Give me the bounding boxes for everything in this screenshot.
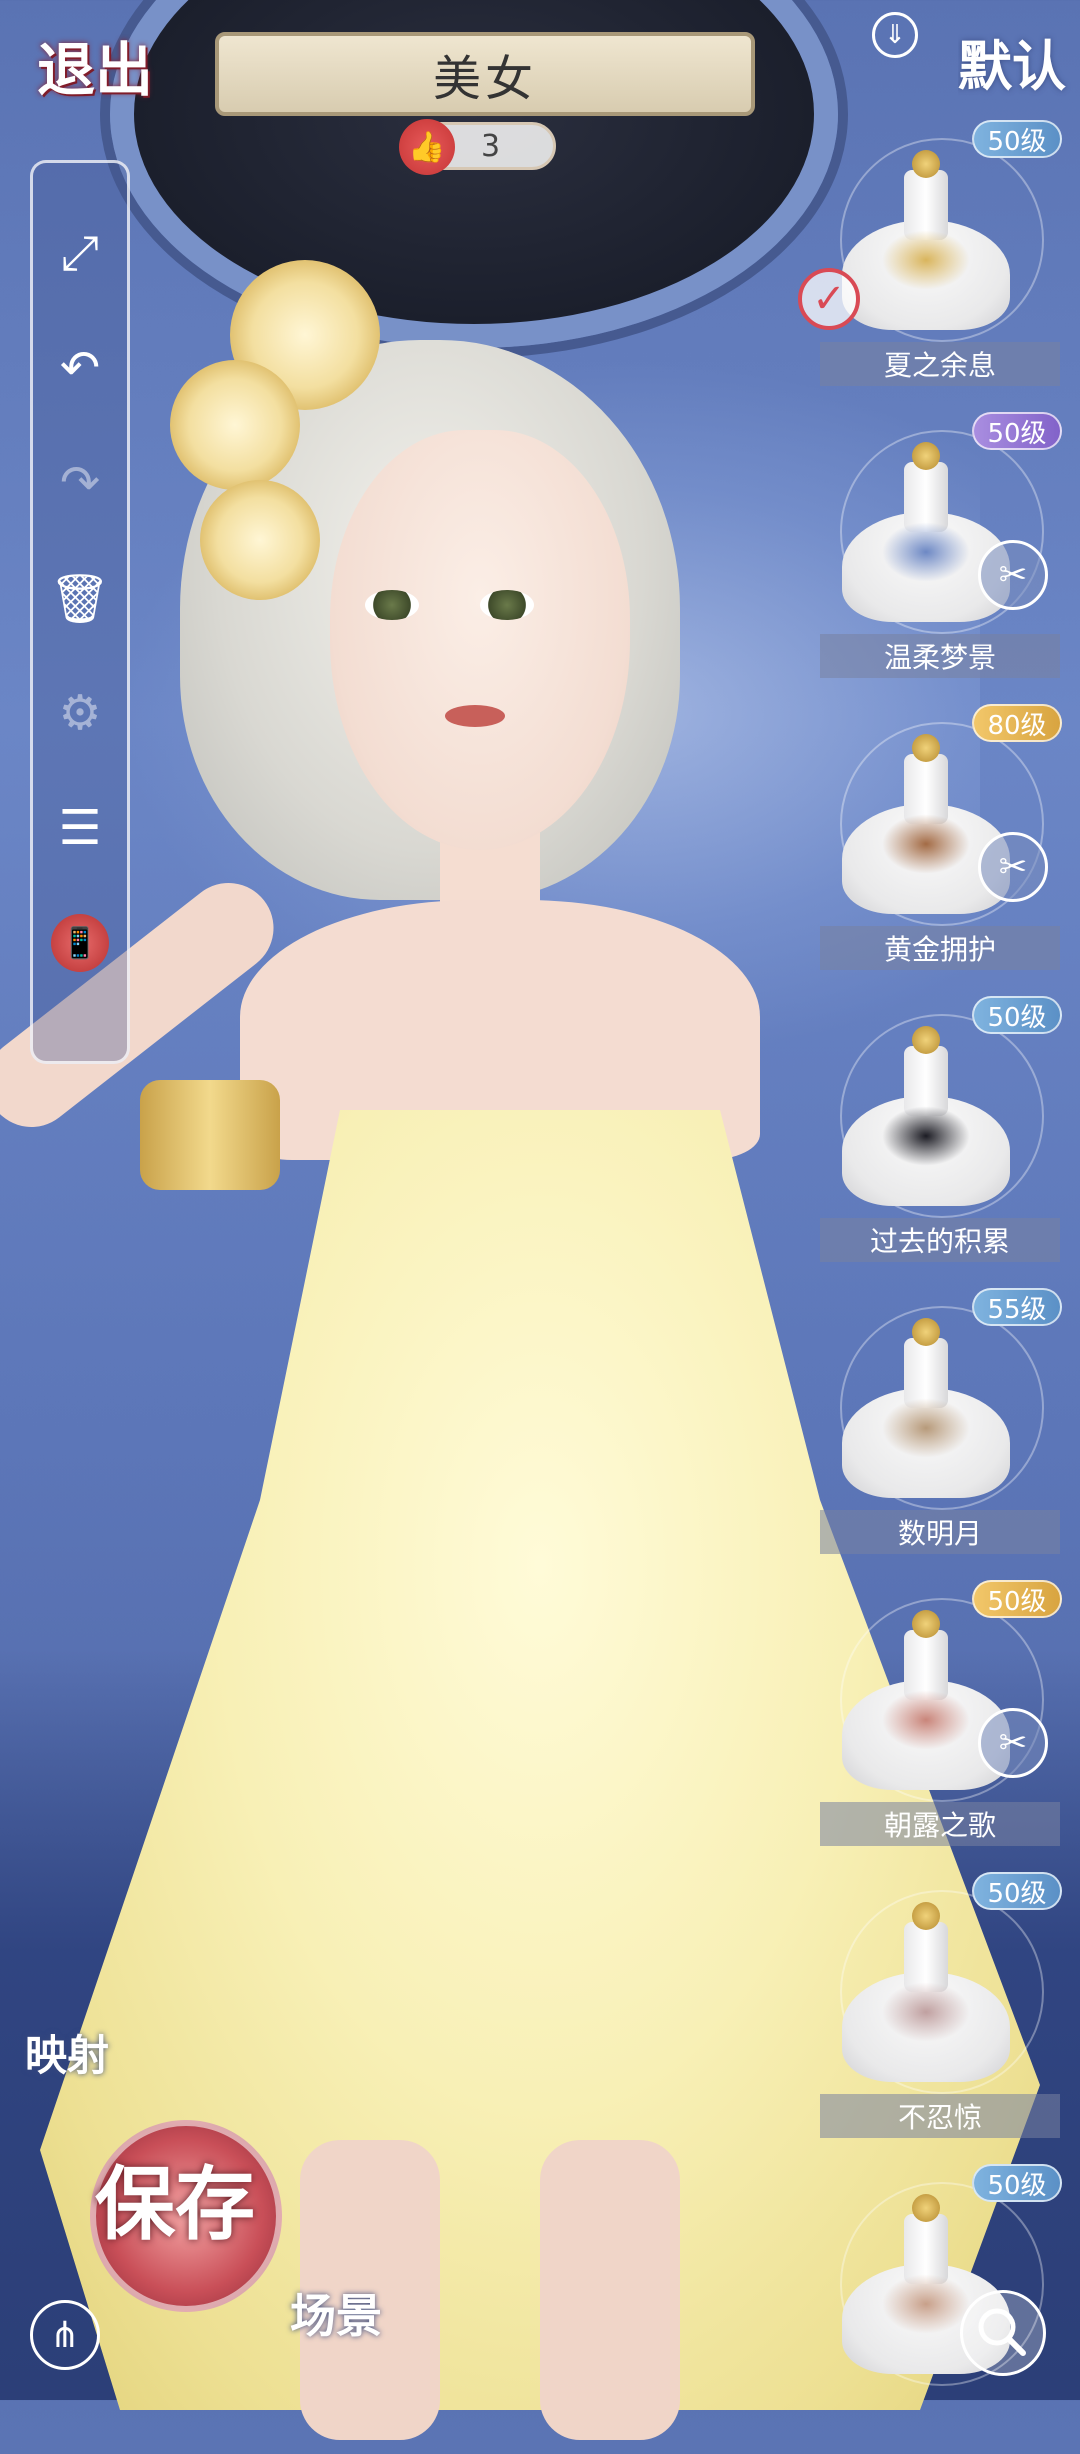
level-badge: 80级 <box>972 704 1062 742</box>
share-icon[interactable]: ⋔ <box>30 2300 100 2370</box>
necklace-preview <box>882 1106 970 1166</box>
character-left-eye <box>365 590 419 620</box>
character-armband <box>140 1080 280 1190</box>
level-badge: 55级 <box>972 1288 1062 1326</box>
necklace-preview <box>882 814 970 874</box>
level-badge: 50级 <box>972 1580 1062 1618</box>
item-name: 过去的积累 <box>820 1218 1060 1262</box>
compass-icon[interactable]: ⇓ <box>872 12 918 58</box>
sewing-machine-icon[interactable]: ✂ <box>978 540 1048 610</box>
exit-button[interactable]: 退出 <box>10 20 180 110</box>
character-right-eye <box>480 590 534 620</box>
accessory-item[interactable]: 50级不忍惊 <box>780 1872 1080 2162</box>
character-lips <box>445 705 505 727</box>
item-name: 夏之余息 <box>820 342 1060 386</box>
accessory-item[interactable]: 55级数明月 <box>780 1288 1080 1578</box>
fullscreen-icon[interactable]: ⤢ <box>33 213 127 293</box>
exit-label: 退出 <box>36 36 153 104</box>
save-label: 保存 <box>95 2157 255 2251</box>
like-counter[interactable]: 👍 3 <box>399 119 556 175</box>
phone-view-button[interactable]: 📱 <box>33 903 127 983</box>
mapping-button[interactable]: 映射 <box>25 2022 125 2102</box>
accessory-item[interactable]: 50级过去的积累 <box>780 996 1080 1286</box>
redo-icon[interactable]: ↷ <box>33 443 127 523</box>
hair-flower-ornament <box>170 360 300 490</box>
search-button[interactable] <box>960 2290 1046 2376</box>
like-count: 3 <box>481 128 501 164</box>
settings-icon[interactable]: ⚙ <box>33 673 127 753</box>
hair-flower-ornament <box>200 480 320 600</box>
scene-label: 场景 <box>290 2289 382 2343</box>
item-name: 朝露之歌 <box>820 1802 1060 1846</box>
outfit-title-banner[interactable]: 美女 <box>215 32 755 116</box>
mannequin-bust <box>842 150 1010 330</box>
accessory-item[interactable]: 50级夏之余息 ✓ <box>780 120 1080 410</box>
item-name: 数明月 <box>820 1510 1060 1554</box>
level-badge: 50级 <box>972 1872 1062 1910</box>
character-face <box>330 430 630 850</box>
sewing-machine-icon[interactable]: ✂ <box>978 832 1048 902</box>
item-name: 温柔梦景 <box>820 634 1060 678</box>
sewing-machine-icon[interactable]: ✂ <box>978 1708 1048 1778</box>
accessory-item[interactable]: 80级黄金拥护 ✂ <box>780 704 1080 994</box>
mannequin-bust <box>842 1026 1010 1206</box>
thumbs-up-icon: 👍 <box>399 119 455 175</box>
mannequin-bust <box>842 1318 1010 1498</box>
necklace-preview <box>882 1398 970 1458</box>
accessory-item[interactable]: 50级朝露之歌 ✂ <box>780 1580 1080 1870</box>
accessory-item[interactable]: 50级温柔梦景 ✂ <box>780 412 1080 702</box>
default-label: 默认 <box>958 34 1066 98</box>
list-icon[interactable]: ☰ <box>33 788 127 868</box>
scene-button[interactable]: 场景 <box>290 2280 400 2350</box>
left-toolbar: ⤢ ↶ ↷ 🗑 ⚙ ☰ 📱 <box>30 160 130 1064</box>
phone-icon: 📱 <box>51 914 109 972</box>
item-name: 不忍惊 <box>820 2094 1060 2138</box>
save-label-wrapper[interactable]: 保存 <box>95 2140 275 2251</box>
default-filter-button[interactable]: 默认 <box>958 22 1080 102</box>
necklace-preview <box>882 522 970 582</box>
level-badge: 50级 <box>972 120 1062 158</box>
level-badge: 50级 <box>972 2164 1062 2202</box>
outfit-title: 美女 <box>432 51 537 107</box>
undo-icon[interactable]: ↶ <box>33 328 127 408</box>
level-badge: 50级 <box>972 996 1062 1034</box>
trash-icon[interactable]: 🗑 <box>33 558 127 638</box>
necklace-preview <box>882 2274 970 2334</box>
level-badge: 50级 <box>972 412 1062 450</box>
necklace-preview <box>882 1982 970 2042</box>
character-right-leg <box>540 2140 680 2440</box>
mapping-label: 映射 <box>25 2031 110 2080</box>
selected-check-icon: ✓ <box>798 268 860 330</box>
item-name: 黄金拥护 <box>820 926 1060 970</box>
mannequin-bust <box>842 1902 1010 2082</box>
necklace-preview <box>882 230 970 290</box>
search-icon <box>978 2308 1026 2356</box>
necklace-preview <box>882 1690 970 1750</box>
